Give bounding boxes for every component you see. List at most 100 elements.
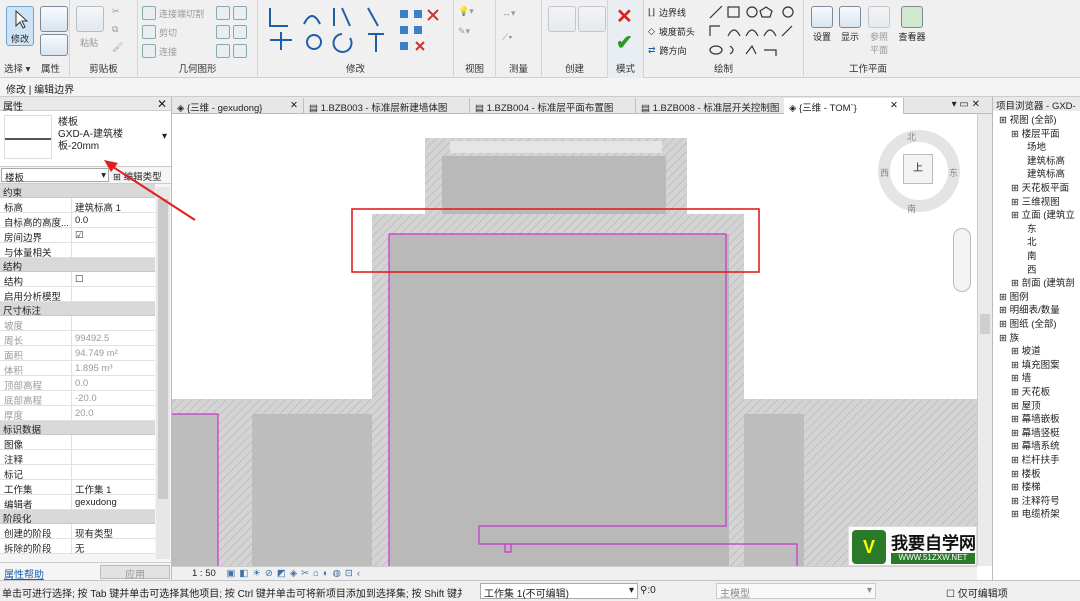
browser-item[interactable]: ⊞ 图纸 (全部)	[999, 316, 1057, 330]
viewcube[interactable]: 上	[903, 154, 933, 184]
ref-plane-button[interactable]: 参照平面	[866, 6, 892, 56]
property-value[interactable]: 99492.5	[72, 331, 155, 345]
browser-item[interactable]: ⊞ 幕墙系统	[1011, 438, 1060, 452]
browser-item[interactable]: ⊞ 三维视图	[1011, 194, 1060, 208]
navigation-bar[interactable]	[953, 228, 971, 292]
expand-icon[interactable]: ⊞	[1011, 210, 1022, 221]
expand-icon[interactable]: ⊞	[1011, 482, 1022, 493]
browser-item[interactable]: ⊞ 幕墙嵌板	[1011, 411, 1060, 425]
measure-icon[interactable]: ↔▾	[502, 8, 516, 19]
browser-item[interactable]: 建筑标高	[1027, 153, 1065, 167]
expand-icon[interactable]: ⊞	[1011, 414, 1022, 425]
browser-item[interactable]: ⊞ 楼层平面	[1011, 126, 1060, 140]
viewer-button[interactable]: 查看器	[896, 6, 928, 43]
expand-icon[interactable]: ⊞	[1011, 278, 1022, 289]
property-category[interactable]: 尺寸标注	[0, 302, 155, 317]
property-category[interactable]: 约束	[0, 184, 155, 199]
browser-item[interactable]: ⊞ 幕墙竖梃	[1011, 425, 1060, 439]
dimension-icon[interactable]: ⟋▾	[502, 32, 513, 43]
floor-plan-canvas[interactable]	[172, 114, 977, 566]
browser-item[interactable]: ⊞ 墙	[1011, 370, 1031, 384]
browser-item[interactable]: 东	[1027, 221, 1037, 235]
expand-icon[interactable]: ⊞	[1011, 387, 1022, 398]
workset-dropdown[interactable]: 工作集 1(不可编辑) ▾	[480, 583, 638, 600]
expand-icon[interactable]: ⊞	[1011, 373, 1022, 384]
browser-item[interactable]: ⊞ 图例	[999, 289, 1029, 303]
property-value[interactable]: 现有类型	[72, 524, 155, 538]
expand-icon[interactable]: ⊞	[999, 305, 1010, 316]
browser-item[interactable]: ⊞ 剖面 (建筑剖	[1011, 275, 1075, 289]
expand-icon[interactable]: ⊞	[1011, 129, 1022, 140]
property-value[interactable]: 建筑标高 1	[72, 198, 155, 212]
browser-item[interactable]: 南	[1027, 248, 1037, 262]
override-icon[interactable]: ✎▾	[458, 26, 470, 37]
property-category[interactable]: 阶段化	[0, 510, 155, 525]
browser-item[interactable]: ⊞ 族	[999, 330, 1019, 344]
expand-icon[interactable]: ⊞	[1011, 469, 1022, 480]
expand-icon[interactable]: ⊞	[1011, 197, 1022, 208]
property-category[interactable]: 结构	[0, 258, 155, 273]
browser-item[interactable]: 西	[1027, 262, 1037, 276]
cope-button[interactable]: 连接端切割	[142, 6, 204, 20]
browser-item[interactable]: ⊞ 坡道	[1011, 343, 1041, 357]
property-value[interactable]: 无	[72, 539, 155, 553]
browser-item[interactable]: ⊞ 天花板	[1011, 384, 1050, 398]
browser-item[interactable]: ⊞ 立面 (建筑立	[1011, 207, 1075, 221]
browser-item[interactable]: 场地	[1027, 139, 1046, 153]
property-value[interactable]: 0.0	[72, 376, 155, 390]
modify-tools-icons[interactable]	[264, 4, 450, 60]
expand-icon[interactable]: ⊞	[1011, 183, 1022, 194]
expand-icon[interactable]: ⊞	[999, 319, 1010, 330]
property-value[interactable]: ☐	[72, 272, 155, 286]
browser-item[interactable]: ⊞ 天花板平面	[1011, 180, 1069, 194]
browser-item[interactable]: ⊞ 视图 (全部)	[999, 112, 1057, 126]
property-value[interactable]	[72, 450, 155, 464]
browser-item[interactable]: ⊞ 栏杆扶手	[1011, 452, 1060, 466]
property-value[interactable]	[72, 435, 155, 449]
tab-bzb004[interactable]: ▤ 1.BZB004 - 标准层平面布置图	[470, 98, 636, 114]
expand-icon[interactable]: ⊞	[1011, 346, 1022, 357]
property-value[interactable]: ☑	[72, 228, 155, 242]
finish-edit-icon[interactable]: ✔	[616, 30, 633, 55]
select-dropdown[interactable]: 选择 ▾ 属性	[0, 61, 69, 75]
properties-scrollbar[interactable]	[156, 187, 170, 559]
view-vertical-scrollbar[interactable]	[977, 114, 992, 566]
cut-icon[interactable]: ✂	[112, 6, 120, 17]
expand-icon[interactable]: ⊞	[1011, 401, 1022, 412]
show-workplane-button[interactable]: 显示	[838, 6, 862, 43]
tab-bzb003[interactable]: ▤ 1.BZB003 - 标准层新建墙体图	[304, 98, 470, 114]
tab-3d-tom[interactable]: ◈ {三维 - TOM`} ✕	[784, 98, 904, 114]
expand-icon[interactable]: ⊞	[999, 115, 1010, 126]
property-category[interactable]: 标识数据	[0, 421, 155, 436]
properties-button[interactable]	[40, 6, 68, 32]
view-control-icons[interactable]: ▣◧☀⊘◩◈✂⌂◐◍⊡‹	[226, 568, 364, 579]
type-properties-button[interactable]	[40, 34, 68, 56]
instance-filter-dropdown[interactable]: 楼板 ▾	[1, 168, 109, 184]
create-group-icon[interactable]	[578, 6, 606, 32]
expand-icon[interactable]: ⊞	[999, 292, 1010, 303]
property-value[interactable]: 0.0	[72, 213, 155, 227]
edit-type-button[interactable]: ⊞ 编辑类型	[110, 167, 165, 183]
property-value[interactable]	[72, 287, 155, 301]
type-selector[interactable]: 楼板 GXD-A-建筑楼板-20mm ▾	[0, 111, 171, 167]
geometry-tool-b[interactable]	[216, 25, 250, 39]
property-value[interactable]: 20.0	[72, 406, 155, 420]
property-value[interactable]: gexudong	[72, 495, 155, 509]
cut-geometry-button[interactable]: 剪切	[142, 25, 177, 39]
design-option-dropdown[interactable]: 主模型 ▾	[716, 583, 876, 600]
browser-item[interactable]: 北	[1027, 234, 1037, 248]
browser-item[interactable]: ⊞ 电缆桥架	[1011, 506, 1060, 520]
tab-bzb008[interactable]: ▤ 1.BZB008 - 标准层开关控制图	[636, 98, 802, 114]
expand-icon[interactable]: ⊞	[1011, 441, 1022, 452]
modify-button[interactable]: 修改	[6, 6, 34, 46]
browser-item[interactable]: ⊞ 注释符号	[1011, 493, 1060, 507]
geometry-tool-a[interactable]	[216, 6, 250, 20]
property-value[interactable]: -20.0	[72, 391, 155, 405]
copy-icon[interactable]: ⧉	[112, 24, 118, 35]
browser-item[interactable]: ⊞ 填充图案	[1011, 357, 1060, 371]
browser-item[interactable]: ⊞ 楼板	[1011, 466, 1041, 480]
expand-icon[interactable]: ⊞	[1011, 509, 1022, 520]
expand-icon[interactable]: ⊞	[1011, 455, 1022, 466]
set-workplane-button[interactable]: 设置	[810, 6, 834, 43]
expand-icon[interactable]: ⊞	[1011, 360, 1022, 371]
